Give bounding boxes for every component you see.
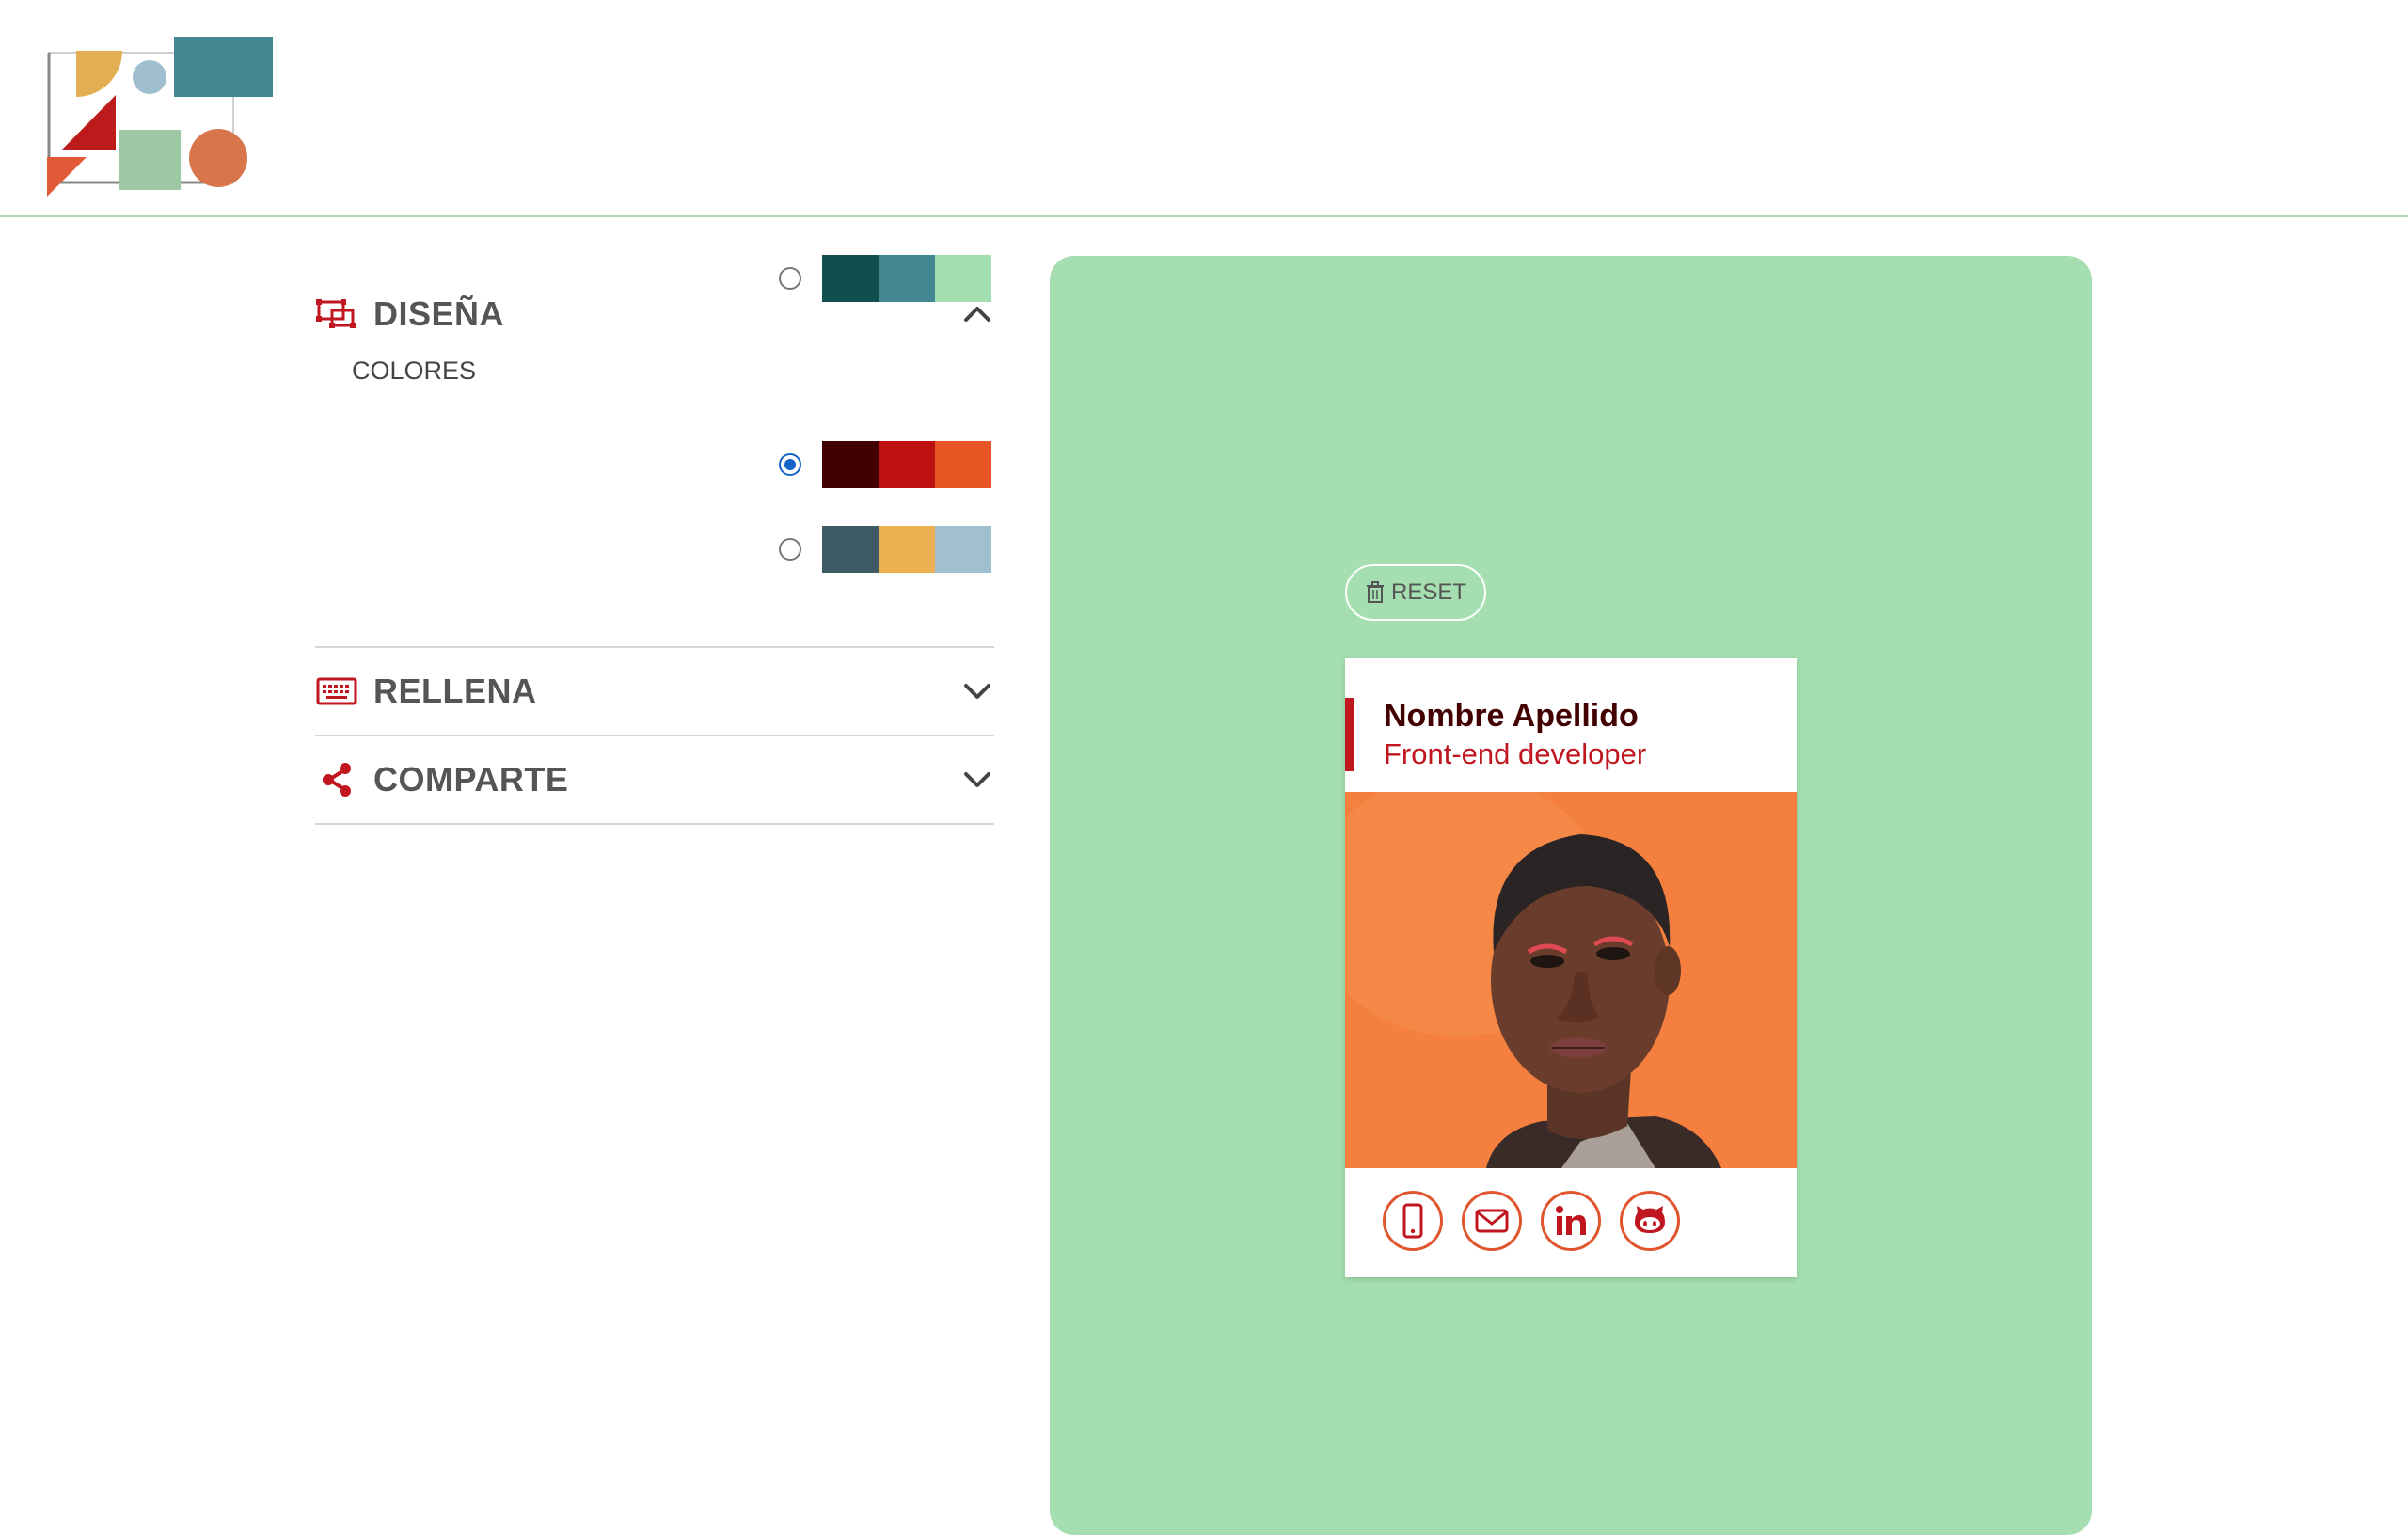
email-icon[interactable] [1462,1191,1522,1251]
reset-button[interactable]: RESET [1345,564,1486,621]
profile-card: Nombre Apellido Front-end developer [1345,658,1797,1277]
share-icon [315,761,358,799]
color-swatch [935,255,991,302]
header [0,0,2408,217]
reset-label: RESET [1390,579,1466,605]
card-accent-bar [1345,698,1354,771]
color-swatch [822,526,879,573]
geometric-shapes-logo-icon [47,37,273,197]
chevron-up-icon[interactable] [960,297,994,331]
color-swatch [822,441,879,488]
card-name: Nombre Apellido [1384,698,1639,734]
form-panel: DISEÑA COLORES RELLENA COMPARTE [315,255,994,825]
share-section-title: COMPARTE [373,760,569,799]
palette-radio[interactable] [779,267,801,290]
color-swatch [879,526,935,573]
keyboard-icon [315,673,358,710]
trash-icon [1366,581,1384,603]
color-swatch [822,255,879,302]
github-icon[interactable] [1620,1191,1680,1251]
fill-section-title: RELLENA [373,672,537,710]
palette-radio[interactable] [779,453,801,476]
linkedin-icon[interactable] [1541,1191,1601,1251]
palette-option-1[interactable] [779,255,991,302]
card-job: Front-end developer [1384,737,1647,770]
design-icon [315,295,358,333]
phone-icon[interactable] [1383,1191,1443,1251]
chevron-down-icon[interactable] [960,763,994,797]
color-swatch [879,255,935,302]
colors-fieldset: COLORES [315,255,994,646]
color-swatch [879,441,935,488]
card-header: Nombre Apellido Front-end developer [1345,698,1797,771]
chevron-down-icon[interactable] [960,674,994,708]
color-swatch [935,526,991,573]
profile-photo [1345,792,1797,1168]
design-section-title: DISEÑA [373,294,505,333]
divider [315,823,994,825]
palette-option-3[interactable] [779,526,991,573]
fill-section-header[interactable]: RELLENA [315,648,994,735]
palette-option-2[interactable] [779,441,991,488]
logo[interactable] [45,36,280,201]
social-links [1383,1191,1699,1251]
color-swatch [935,441,991,488]
colors-label: COLORES [352,356,477,385]
share-section-header[interactable]: COMPARTE [315,736,994,823]
palette-radio[interactable] [779,538,801,561]
